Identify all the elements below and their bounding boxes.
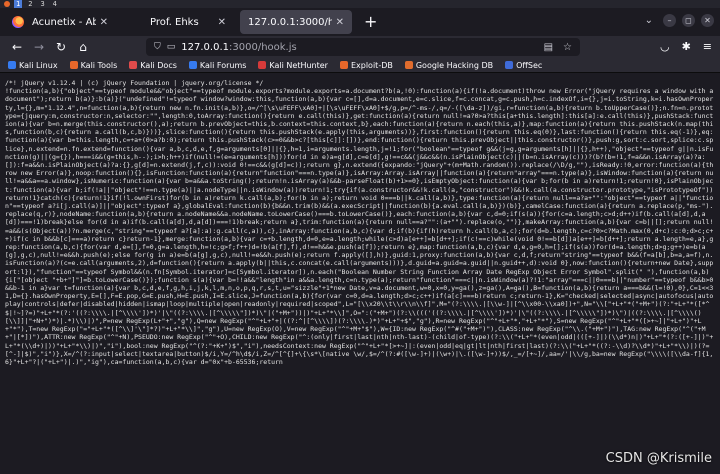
home-icon[interactable]: ⌂ <box>72 40 94 54</box>
tab-hook-js[interactable]: 127.0.0.1:3000/hook.js ✕ <box>240 10 352 34</box>
shield-icon[interactable]: ⛉ <box>154 42 161 52</box>
close-icon[interactable]: ✕ <box>100 17 108 28</box>
bookmark-label: Exploit-DB <box>350 60 393 70</box>
bookmark-kali-tools[interactable]: Kali Tools <box>69 60 118 70</box>
workspace-1[interactable]: 1 <box>14 0 23 8</box>
extensions-icon[interactable]: ✱ <box>682 40 691 53</box>
reader-view-icon[interactable]: ▤ <box>544 42 553 53</box>
desktop-panel: 1 2 3 4 <box>0 0 720 8</box>
tab-label: Acunetix - About <box>32 16 96 28</box>
menu-icon[interactable]: ≡ <box>703 40 712 53</box>
close-window-icon[interactable]: ✕ <box>701 14 714 27</box>
maximize-icon[interactable]: ◻ <box>682 14 695 27</box>
url-path: :3000/hook.js <box>229 41 297 53</box>
source-code-text: /*! jQuery v1.12.4 | (c) jQuery Foundati… <box>5 79 714 366</box>
exploit-db-icon <box>339 61 348 69</box>
url-bar[interactable]: ⛉ ▭ 127.0.0.1:3000/hook.js ▤ ☆ <box>146 38 580 56</box>
kali-tools-icon <box>69 61 78 69</box>
page-content: /*! jQuery v1.12.4 | (c) jQuery Foundati… <box>0 74 720 474</box>
bookmark-label: Kali Linux <box>19 60 58 70</box>
nethunter-icon <box>258 61 267 69</box>
bookmark-kali-forums[interactable]: Kali Forums <box>188 60 247 70</box>
close-icon[interactable]: ✕ <box>218 17 226 28</box>
bookmark-offsec[interactable]: OffSec <box>505 61 542 70</box>
nav-bar: ← → ↻ ⌂ ⛉ ▭ 127.0.0.1:3000/hook.js ▤ ☆ ◡… <box>0 36 720 58</box>
workspace-3[interactable]: 3 <box>38 0 46 8</box>
bookmark-label: Kali Forums <box>199 60 247 70</box>
kali-dragon-icon <box>8 61 16 69</box>
workspace-2[interactable]: 2 <box>26 0 34 8</box>
page-icon <box>130 16 142 28</box>
minimize-icon[interactable]: – <box>663 14 676 27</box>
workspace-4[interactable]: 4 <box>51 0 59 8</box>
tab-label: 127.0.0.1:3000/hook.js <box>248 16 332 28</box>
bookmark-label: Kali Tools <box>80 60 118 70</box>
bookmark-google-hacking-db[interactable]: Google Hacking DB <box>404 60 494 70</box>
offsec-icon <box>505 61 514 69</box>
bookmark-label: Kali Docs <box>140 60 177 70</box>
forward-icon[interactable]: → <box>28 40 50 54</box>
bookmark-exploit-db[interactable]: Exploit-DB <box>339 60 393 70</box>
url-host: 127.0.0.1 <box>181 41 229 53</box>
pocket-icon[interactable]: ◡ <box>660 40 670 53</box>
list-tabs-icon[interactable]: ⌄ <box>645 15 653 26</box>
tab-prof-ehks[interactable]: Prof. Ehks ✕ <box>122 10 234 34</box>
bookmarks-bar: Kali Linux Kali Tools Kali Docs Kali For… <box>0 58 720 73</box>
new-tab-button[interactable]: + <box>364 10 377 34</box>
kali-dragon-icon <box>188 61 197 69</box>
bookmark-kali-docs[interactable]: Kali Docs <box>129 61 177 70</box>
back-icon[interactable]: ← <box>6 40 28 54</box>
firefox-icon <box>12 16 24 28</box>
page-info-icon[interactable]: ▭ <box>167 42 176 52</box>
tab-strip: Acunetix - About ✕ Prof. Ehks ✕ 127.0.0.… <box>0 8 720 36</box>
bookmark-label: Kali NetHunter <box>269 60 328 70</box>
bookmark-label: OffSec <box>516 60 543 70</box>
csdn-watermark: CSDN @Krismile <box>605 451 712 466</box>
bookmark-kali-linux[interactable]: Kali Linux <box>8 61 58 70</box>
kali-menu-icon[interactable] <box>4 1 10 7</box>
bookmark-star-icon[interactable]: ☆ <box>563 42 572 53</box>
tab-label: Prof. Ehks <box>150 16 199 28</box>
tab-acunetix[interactable]: Acunetix - About ✕ <box>4 10 116 34</box>
close-icon[interactable]: ✕ <box>336 17 344 28</box>
kali-docs-icon <box>129 61 138 69</box>
ghdb-icon <box>404 61 413 69</box>
bookmark-label: Google Hacking DB <box>415 60 494 70</box>
bookmark-kali-nethunter[interactable]: Kali NetHunter <box>258 61 328 70</box>
reload-icon[interactable]: ↻ <box>50 40 72 54</box>
